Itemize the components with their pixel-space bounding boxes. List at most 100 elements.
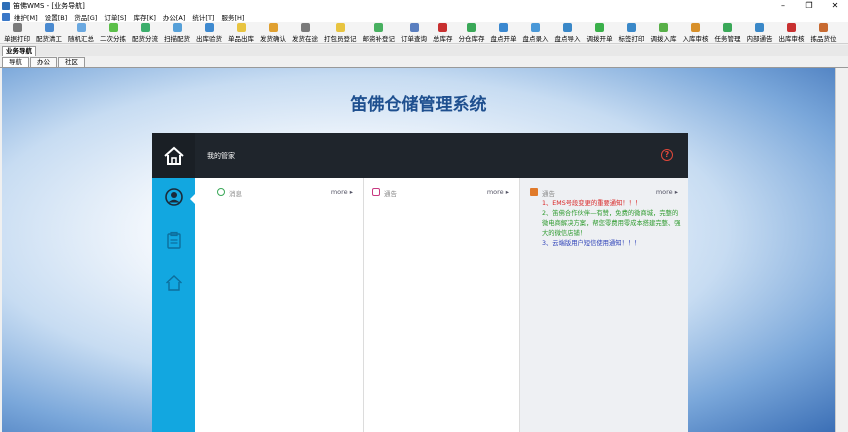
restore-icon[interactable]: ❐ <box>796 0 822 12</box>
clipboard-icon[interactable] <box>165 231 183 249</box>
notice-item[interactable]: 3、云端版用户短信使用通知！！！ <box>542 239 682 249</box>
toolbar-label: 邮资补登记 <box>362 35 396 43</box>
toolbar-button[interactable]: 调拨开单 <box>587 22 613 43</box>
side-nav <box>152 178 195 432</box>
notice-icon <box>372 188 380 196</box>
menu-inventory[interactable]: 库存[K] <box>134 12 156 22</box>
menu-orders[interactable]: 订单[S] <box>104 12 126 22</box>
home-icon <box>163 146 184 165</box>
toolbar-icon <box>563 23 572 32</box>
butler-panel: 我的管家 ? 消息 more ▸ 通告 more ▸ 通告 more ▸ 1、E… <box>152 133 688 432</box>
tab-business-nav[interactable]: 业务导航 <box>2 46 36 56</box>
menu-app-icon[interactable] <box>2 13 10 21</box>
toolbar-icon <box>374 23 384 32</box>
toolbar-button[interactable]: 拣品货位 <box>811 22 837 43</box>
vertical-scrollbar[interactable] <box>835 68 848 432</box>
toolbar-icon <box>723 23 732 32</box>
column-title: 通告 <box>384 190 397 198</box>
toolbar-icon <box>300 23 310 32</box>
menu-settings[interactable]: 设置[B] <box>45 12 68 22</box>
notice-item[interactable]: 2、笛佛合作伙伴—有赞，免费的微商城，完整的微电商解决方案，帮您零费用零成本搭建… <box>542 209 682 239</box>
toolbar-icon <box>531 23 540 32</box>
help-icon[interactable]: ? <box>661 149 673 161</box>
toolbar-icon <box>755 23 764 32</box>
toolbar-label: 出库验货 <box>196 35 222 43</box>
toolbar-icon <box>335 23 345 32</box>
toolbar-label: 入库审核 <box>682 35 709 43</box>
toolbar-button[interactable]: 配货清工 <box>36 22 62 43</box>
toolbar-label: 单品出库 <box>228 35 254 43</box>
panel-title: 我的管家 <box>207 152 235 160</box>
house-icon[interactable] <box>165 274 183 292</box>
menu-statistics[interactable]: 统计[T] <box>192 12 214 22</box>
toolbar-button[interactable]: 出库审核 <box>779 22 805 43</box>
toolbar-button[interactable]: 标签打印 <box>619 22 645 43</box>
toolbar-button[interactable]: 单据打印 <box>4 22 30 43</box>
toolbar-button[interactable]: 扫描配货 <box>164 22 190 43</box>
title-bar: 笛佛WMS - [业务导航] – ❐ ✕ <box>0 0 848 12</box>
tab-nav[interactable]: 导航 <box>2 57 29 67</box>
toolbar-button[interactable]: 订单查询 <box>401 22 427 43</box>
minimize-icon[interactable]: – <box>770 0 796 12</box>
message-icon <box>217 188 225 196</box>
more-link[interactable]: more ▸ <box>487 188 509 196</box>
toolbar-button[interactable]: 出库验货 <box>196 22 222 43</box>
toolbar-label: 打包员登记 <box>324 35 357 43</box>
notice-item[interactable]: 1、EMS号段变更的重要通知！！！ <box>542 199 682 209</box>
tab-community[interactable]: 社区 <box>58 57 85 67</box>
toolbar-button[interactable]: 调拨入库 <box>651 22 677 43</box>
toolbar-icon <box>691 23 700 32</box>
close-icon[interactable]: ✕ <box>822 0 848 12</box>
toolbar-icon <box>268 23 278 32</box>
toolbar-icon <box>108 23 118 32</box>
toolbar-label: 出库审核 <box>778 35 805 43</box>
tab-office[interactable]: 办公 <box>30 57 57 67</box>
toolbar-button[interactable]: 入库审核 <box>683 22 709 43</box>
toolbar-label: 调拨入库 <box>650 35 677 43</box>
toolbar-label: 调拨开单 <box>586 35 613 43</box>
toolbar-button[interactable]: 盘点录入 <box>523 22 549 43</box>
app-icon <box>2 2 10 10</box>
toolbar-label: 内部通告 <box>746 35 773 43</box>
toolbar-button[interactable]: 总库存 <box>433 22 453 43</box>
menu-goods[interactable]: 货品[G] <box>74 12 97 22</box>
toolbar-button[interactable]: 盘点导入 <box>555 22 581 43</box>
toolbar-label: 配货分流 <box>132 35 158 43</box>
toolbar-button[interactable]: 分仓库存 <box>459 22 485 43</box>
toolbar-button[interactable]: 单品出库 <box>228 22 254 43</box>
toolbar-button[interactable]: 任务管理 <box>715 22 741 43</box>
toolbar-icon <box>12 23 22 32</box>
column-header: 通告 more ▸ <box>364 188 519 198</box>
window-title: 笛佛WMS - [业务导航] <box>13 2 85 10</box>
toolbar-label: 单据打印 <box>4 35 30 43</box>
sub-tab-strip: 导航 办公 社区 <box>0 56 848 68</box>
toolbar-label: 任务管理 <box>714 35 741 43</box>
more-link[interactable]: more ▸ <box>331 188 353 196</box>
toolbar-label: 总库存 <box>433 35 453 43</box>
toolbar-label: 随机汇总 <box>68 35 94 43</box>
menu-maintain[interactable]: 维护[M] <box>14 12 38 22</box>
user-icon[interactable] <box>165 188 183 206</box>
toolbar-button[interactable]: 配货分流 <box>132 22 158 43</box>
toolbar-icon <box>44 23 54 32</box>
toolbar-button[interactable]: 打包员登记 <box>324 22 357 43</box>
toolbar-label: 配货清工 <box>36 35 62 43</box>
home-button[interactable] <box>152 133 195 178</box>
notices-column: 通告 more ▸ <box>364 178 520 432</box>
more-link[interactable]: more ▸ <box>656 188 678 196</box>
toolbar-button[interactable]: 发货在途 <box>292 22 318 43</box>
toolbar-button[interactable]: 发货确认 <box>260 22 286 43</box>
toolbar-button[interactable]: 邮资补登记 <box>362 22 396 43</box>
menu-service[interactable]: 服务[H] <box>221 12 244 22</box>
toolbar-label: 二次分拣 <box>100 35 126 43</box>
toolbar-button[interactable]: 内部通告 <box>747 22 773 43</box>
toolbar-button[interactable]: 随机汇总 <box>68 22 94 43</box>
announcements-column: 通告 more ▸ 1、EMS号段变更的重要通知！！！ 2、笛佛合作伙伴—有赞，… <box>520 178 688 432</box>
column-title: 消息 <box>229 190 242 198</box>
toolbar-icon <box>659 23 668 32</box>
toolbar-button[interactable]: 二次分拣 <box>100 22 126 43</box>
toolbar-label: 分仓库存 <box>458 35 485 43</box>
toolbar-button[interactable]: 盘点开单 <box>491 22 517 43</box>
menu-office[interactable]: 办公[A] <box>163 12 186 22</box>
column-header: 消息 more ▸ <box>195 188 363 198</box>
